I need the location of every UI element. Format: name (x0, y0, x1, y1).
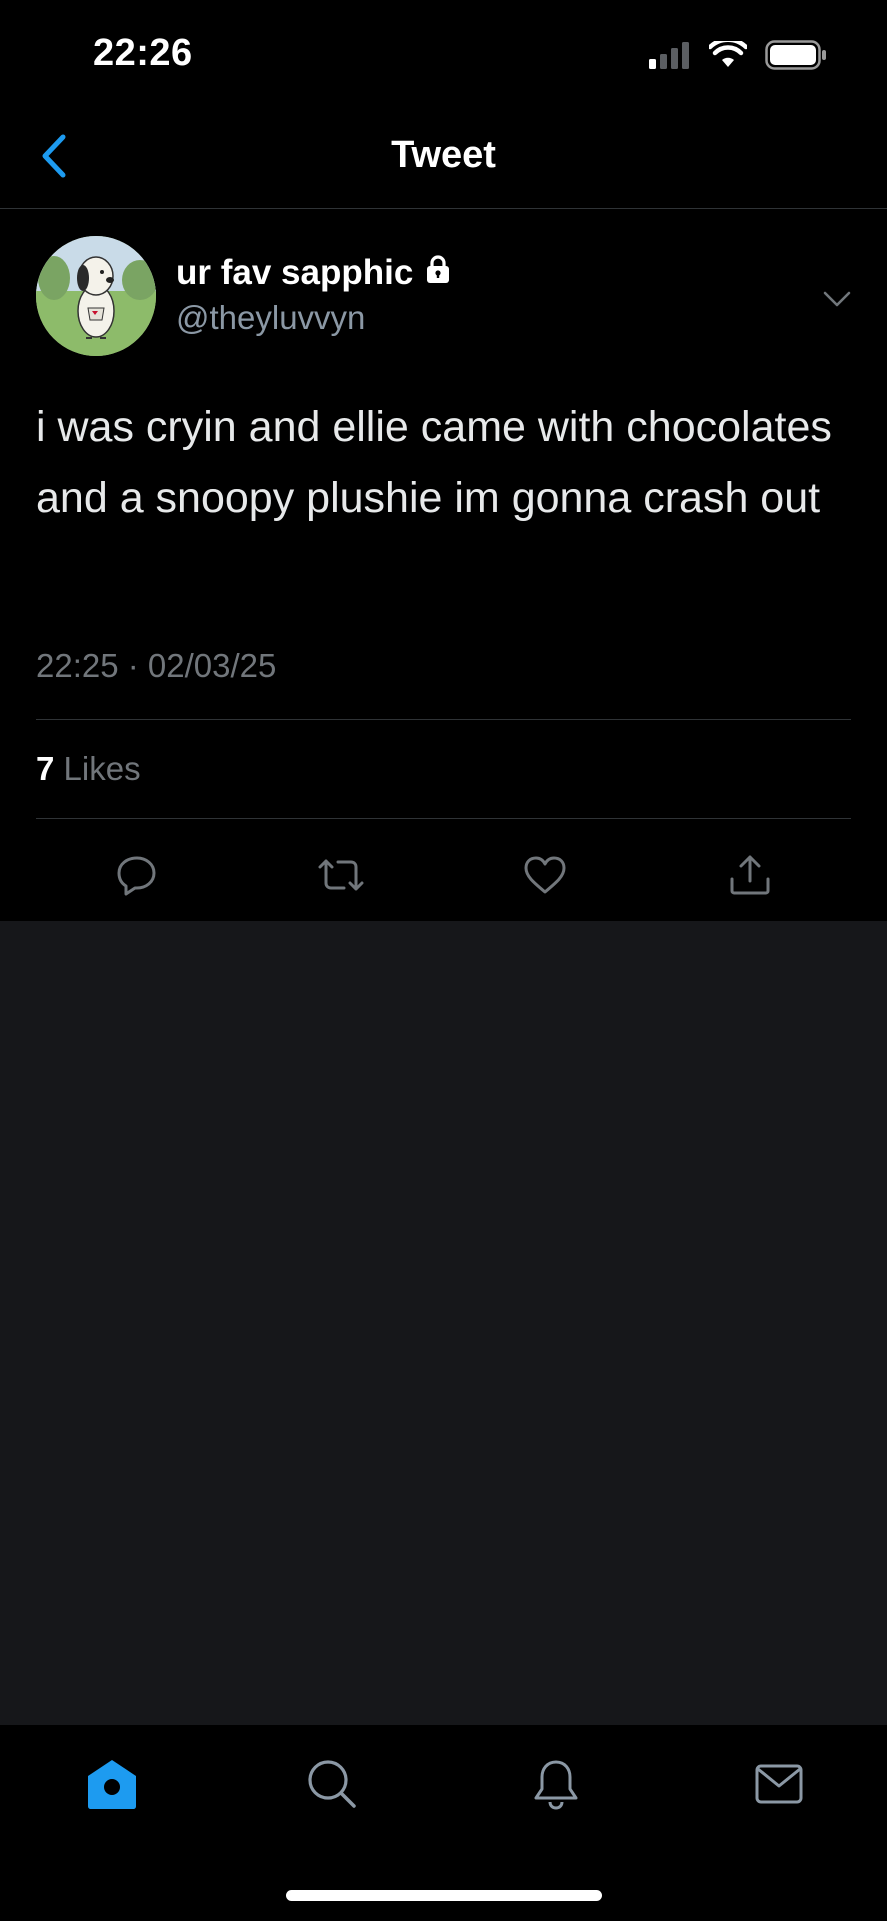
divider (36, 818, 851, 819)
tab-home[interactable] (77, 1751, 147, 1821)
reply-button[interactable] (107, 847, 167, 907)
tab-notifications[interactable] (521, 1751, 591, 1821)
author-name[interactable]: ur fav sapphic (176, 253, 453, 293)
page-title: Tweet (391, 134, 496, 176)
divider (36, 719, 851, 720)
empty-replies-area (0, 921, 887, 1724)
retweet-button[interactable] (311, 847, 371, 907)
retweet-icon (314, 851, 368, 904)
author-handle[interactable]: @theyluvvyn (176, 299, 365, 337)
nav-bar: Tweet (0, 110, 887, 209)
likes-count[interactable]: 7 Likes (36, 750, 141, 788)
status-bar: 22:26 (0, 0, 887, 110)
likes-label: Likes (63, 750, 141, 787)
tweet-text: i was cryin and ellie came with chocolat… (36, 403, 832, 522)
tweet-actions (0, 841, 887, 921)
reply-icon (113, 851, 161, 904)
status-icons (649, 37, 827, 75)
avatar[interactable] (36, 236, 156, 356)
heart-icon (521, 851, 569, 904)
tweet-detail: ur fav sapphic @theyluvvyn i was cryin a… (0, 209, 887, 921)
cellular-signal-icon (649, 41, 691, 74)
tab-search[interactable] (297, 1751, 367, 1821)
bell-icon (528, 1756, 584, 1817)
search-icon (304, 1756, 360, 1817)
tweet-menu-button[interactable] (817, 279, 857, 319)
like-button[interactable] (515, 847, 575, 907)
wifi-icon (707, 37, 749, 74)
tab-messages[interactable] (744, 1751, 814, 1821)
home-indicator[interactable] (286, 1890, 602, 1901)
battery-icon (765, 40, 827, 75)
mail-icon (751, 1756, 807, 1817)
share-button[interactable] (720, 847, 780, 907)
share-icon (726, 851, 774, 904)
likes-number: 7 (36, 750, 55, 787)
chevron-down-icon (817, 291, 857, 323)
status-time: 22:26 (93, 32, 193, 74)
author-name-label: ur fav sapphic (176, 253, 414, 292)
home-icon (84, 1756, 140, 1817)
lock-icon (423, 253, 453, 293)
tweet-timestamp: 22:25 · 02/03/25 (36, 647, 277, 684)
